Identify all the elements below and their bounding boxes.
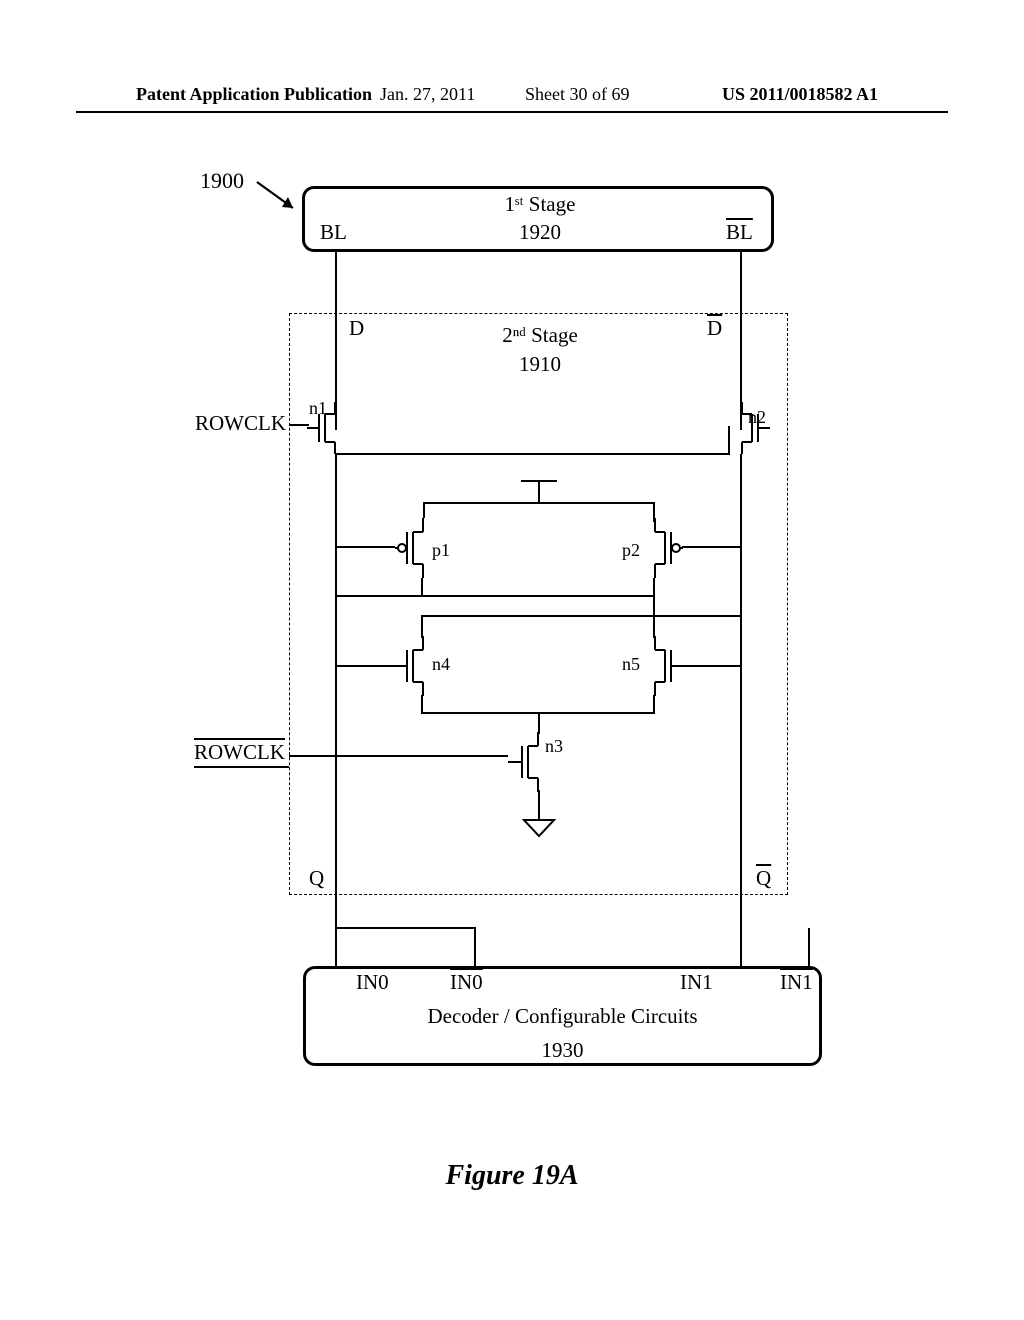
reference-arrow-icon xyxy=(255,180,305,220)
decoder-text: Decoder / Configurable Circuits 1930 xyxy=(303,1000,822,1067)
vdd-rail xyxy=(423,502,655,504)
in1-wire-stub xyxy=(740,928,742,968)
in1bar-stub xyxy=(808,928,810,968)
stage1-title-line2: 1920 xyxy=(519,220,561,244)
pub-date: Jan. 27, 2011 xyxy=(380,84,475,105)
d-label: D xyxy=(349,316,364,341)
right-inv-mid2 xyxy=(653,595,655,613)
rowclk-wire-across xyxy=(336,453,730,455)
stage2-title-line2: 1910 xyxy=(519,352,561,376)
in0-wire-stub xyxy=(335,928,337,968)
n4-src-drop xyxy=(421,695,423,713)
reference-number-1900: 1900 xyxy=(200,168,244,194)
in1bar-label: IN1 xyxy=(780,970,813,995)
nmos-n2-icon xyxy=(728,402,770,454)
stage2-title-line1: 2ⁿᵈ Stage xyxy=(502,323,578,347)
figure-caption: Figure 19A xyxy=(0,1160,1024,1192)
n4-gate-wire xyxy=(335,665,395,667)
in1-label: IN1 xyxy=(680,970,713,995)
bl-label: BL xyxy=(320,220,347,245)
rowclk-label: ROWCLK xyxy=(195,411,286,436)
in0bar-stub-v xyxy=(474,927,476,967)
left-inv-mid2 xyxy=(421,615,423,633)
p1-gate-wire xyxy=(335,546,395,548)
right-inv-mid1 xyxy=(653,578,655,596)
left-node-wire xyxy=(335,454,337,928)
n3-to-gnd xyxy=(538,790,540,820)
decoder-title-line1: Decoder / Configurable Circuits xyxy=(427,1004,697,1028)
rowclk-wire-left xyxy=(289,424,309,426)
stage1-title-line1: 1ˢᵗ Stage xyxy=(505,192,576,216)
stage1-title: 1ˢᵗ Stage 1920 xyxy=(450,190,630,247)
vdd-tbar xyxy=(521,480,557,482)
to-n3-drain xyxy=(538,712,540,734)
q-label: Q xyxy=(309,866,324,891)
left-inv-mid1 xyxy=(421,578,423,596)
rowclkbar-underline-extend xyxy=(194,766,289,768)
n5-src-drop xyxy=(653,695,655,713)
rowclkbar-wire xyxy=(289,755,508,757)
dbar-label: D xyxy=(707,316,722,341)
rowclkbar-label: ROWCLK xyxy=(194,740,285,765)
vdd-stub xyxy=(538,480,540,502)
cross-wire-1 xyxy=(335,595,655,597)
n5-label: n5 xyxy=(622,654,640,675)
decoder-title-line2: 1930 xyxy=(542,1038,584,1062)
doc-number: US 2011/0018582 A1 xyxy=(722,84,878,105)
nmos-n1-icon xyxy=(307,402,349,454)
n3-label: n3 xyxy=(545,736,563,757)
pub-label: Patent Application Publication xyxy=(136,84,372,105)
in0-label: IN0 xyxy=(356,970,389,995)
in0bar-label: IN0 xyxy=(450,970,483,995)
p1-label: p1 xyxy=(432,540,450,561)
qbar-label: Q xyxy=(756,866,771,891)
right-node-wire xyxy=(740,454,742,928)
cross-wire-2 xyxy=(421,615,742,617)
n5-gate-wire xyxy=(682,665,742,667)
n5-drain-stub xyxy=(653,612,655,638)
blbar-label: BL xyxy=(726,220,753,245)
in0bar-stub-h xyxy=(335,927,475,929)
p2-label: p2 xyxy=(622,540,640,561)
sheet-number: Sheet 30 of 69 xyxy=(525,84,629,105)
n4-label: n4 xyxy=(432,654,450,675)
header-separator xyxy=(76,111,948,113)
ground-icon xyxy=(522,818,556,840)
stage2-title: 2ⁿᵈ Stage 1910 xyxy=(450,321,630,380)
figure-area: 1900 1ˢᵗ Stage 1920 BL BL 2ⁿᵈ Stage 1910… xyxy=(0,150,1024,1150)
p2-gate-wire xyxy=(682,546,742,548)
